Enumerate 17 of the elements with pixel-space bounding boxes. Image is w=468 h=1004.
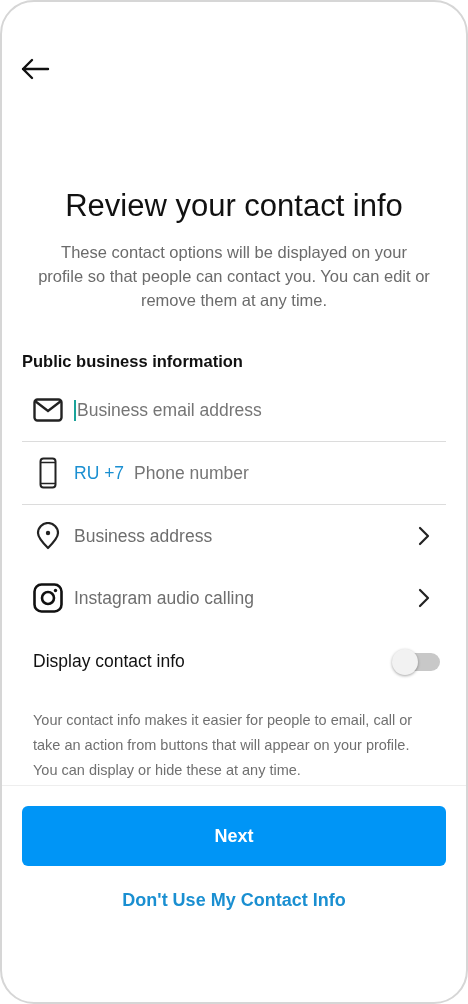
country-code-selector[interactable]: RU +7	[74, 462, 125, 484]
help-text: Your contact info makes it easier for people to email, call or take an action from buttons that will appear on your profile. You can display or hide these at any time.	[33, 711, 414, 780]
chevron-icon	[418, 526, 430, 546]
instagram-icon	[32, 583, 64, 613]
description: These contact options will be displayed on your profile so that people can contact you. You can edit or remove them at any time.	[38, 242, 430, 311]
email-field[interactable]: Business email address	[74, 399, 446, 421]
envelope-icon	[32, 398, 64, 422]
phone-field[interactable]: Phone number	[134, 462, 446, 484]
toggle-label: Display contact info	[33, 651, 185, 672]
back-button[interactable]	[20, 56, 52, 82]
next-button[interactable]: Next	[22, 806, 446, 866]
page-title: Review your contact info	[64, 187, 404, 225]
chevron-icon	[418, 588, 430, 608]
section-heading: Public business information	[22, 352, 244, 371]
dont-use-link[interactable]: Don't Use My Contact Info	[122, 890, 346, 911]
row-label[interactable]: Instagram audio calling	[74, 587, 408, 609]
row-label[interactable]: Business address	[74, 525, 408, 547]
